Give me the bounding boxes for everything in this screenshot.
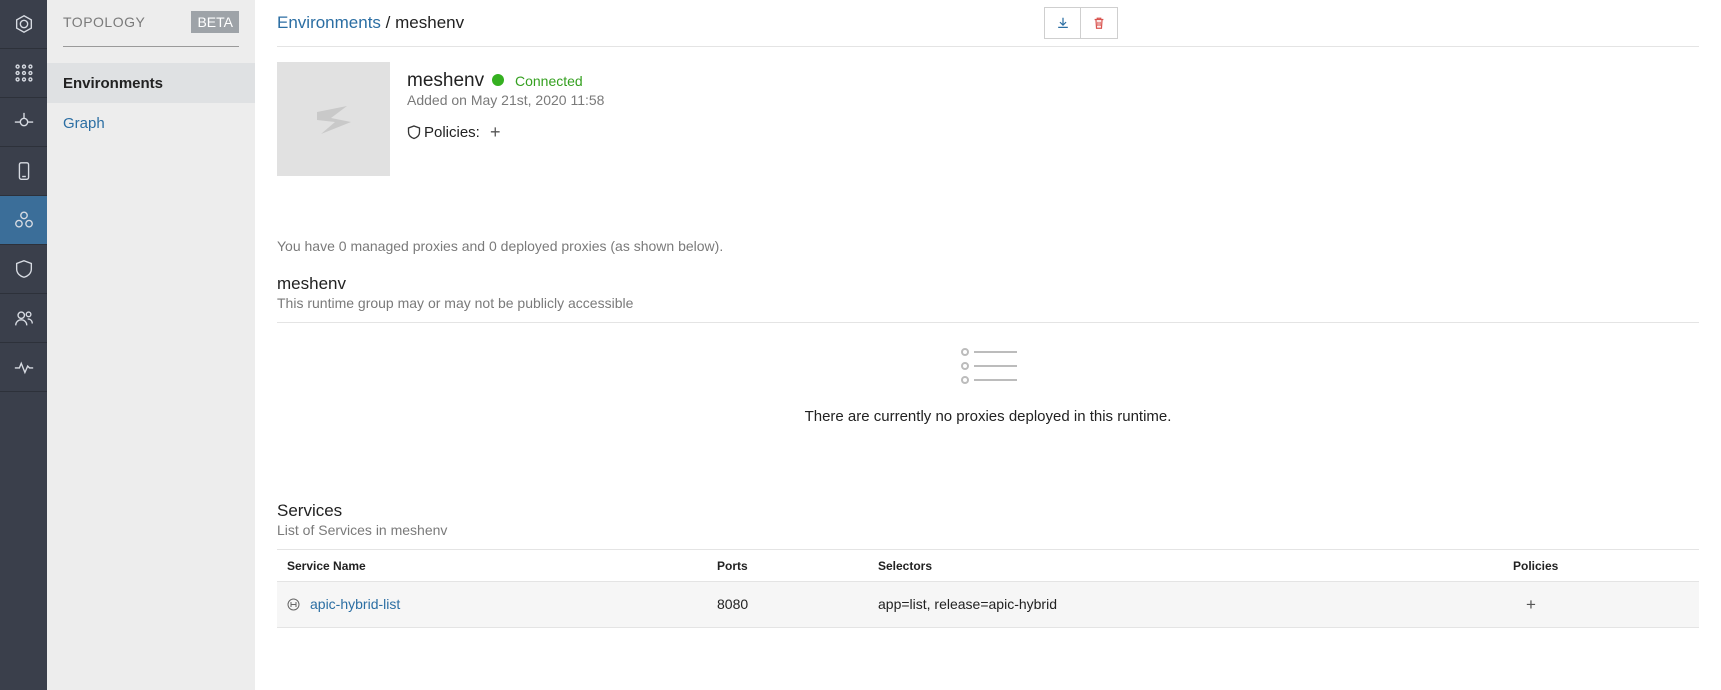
download-button[interactable] [1044, 7, 1081, 39]
add-policy-button[interactable]: + [490, 122, 501, 143]
services-subtitle: List of Services in meshenv [277, 522, 448, 538]
api-icon[interactable] [0, 98, 47, 147]
breadcrumb-current: meshenv [395, 13, 465, 32]
services-table: Service Name Ports Selectors Policies ap… [277, 549, 1699, 628]
table-row[interactable]: apic-hybrid-list 8080 app=list, release=… [277, 582, 1699, 628]
service-icon [287, 598, 300, 611]
service-name-link[interactable]: apic-hybrid-list [310, 582, 400, 627]
subnav-item-graph[interactable]: Graph [47, 103, 255, 143]
beta-badge: BETA [191, 11, 239, 33]
column-header-selectors[interactable]: Selectors [878, 550, 932, 582]
environment-logo-icon [316, 106, 351, 134]
column-header-ports[interactable]: Ports [717, 550, 748, 582]
apps-grid-icon[interactable] [0, 49, 47, 98]
service-selectors: app=list, release=apic-hybrid [878, 596, 1057, 612]
icon-rail [0, 0, 47, 690]
column-header-policies[interactable]: Policies [1513, 550, 1558, 582]
service-ports: 8080 [717, 596, 749, 612]
runtime-subtitle: This runtime group may or may not be pub… [277, 295, 634, 311]
divider [277, 322, 1699, 323]
column-header-service-name[interactable]: Service Name [287, 550, 366, 582]
policies-label: Policies: [424, 124, 480, 141]
subnav-header: TOPOLOGY BETA [63, 11, 239, 47]
page-header: Environments / meshenv [277, 0, 1699, 47]
environment-toolbar [1044, 7, 1118, 39]
analytics-pulse-icon[interactable] [0, 343, 47, 392]
services-title: Services [277, 501, 343, 520]
download-icon [1057, 17, 1068, 28]
shield-icon[interactable] [0, 245, 47, 294]
environment-thumbnail [277, 62, 390, 176]
trash-icon [1094, 17, 1104, 29]
logo-icon[interactable] [0, 0, 47, 49]
add-service-policy-button[interactable]: + [1526, 582, 1536, 627]
topology-icon[interactable] [0, 196, 47, 245]
topology-subnav: TOPOLOGY BETA Environments Graph [47, 0, 255, 690]
subnav-title: TOPOLOGY [63, 14, 146, 30]
users-icon[interactable] [0, 294, 47, 343]
status-text: Connected [515, 73, 583, 89]
empty-list-icon [961, 348, 1017, 384]
empty-proxies-message: There are currently no proxies deployed … [804, 408, 1172, 425]
breadcrumb-environments-link[interactable]: Environments [277, 13, 381, 32]
shield-icon [407, 125, 421, 140]
added-on-date: Added on May 21st, 2020 11:58 [407, 92, 605, 108]
environment-name: meshenv [407, 70, 485, 91]
status-indicator [492, 74, 504, 86]
breadcrumb: Environments / meshenv [277, 13, 464, 33]
policies-label-group: Policies: [407, 124, 480, 141]
runtime-title: meshenv [277, 274, 346, 293]
proxy-summary: You have 0 managed proxies and 0 deploye… [277, 238, 724, 254]
main-content: Environments / meshenv meshenv Connected… [255, 0, 1721, 690]
breadcrumb-separator: / [385, 13, 391, 32]
mobile-device-icon[interactable] [0, 147, 47, 196]
subnav-item-environments[interactable]: Environments [47, 63, 255, 103]
table-header: Service Name Ports Selectors Policies [277, 549, 1699, 582]
delete-button[interactable] [1081, 7, 1118, 39]
